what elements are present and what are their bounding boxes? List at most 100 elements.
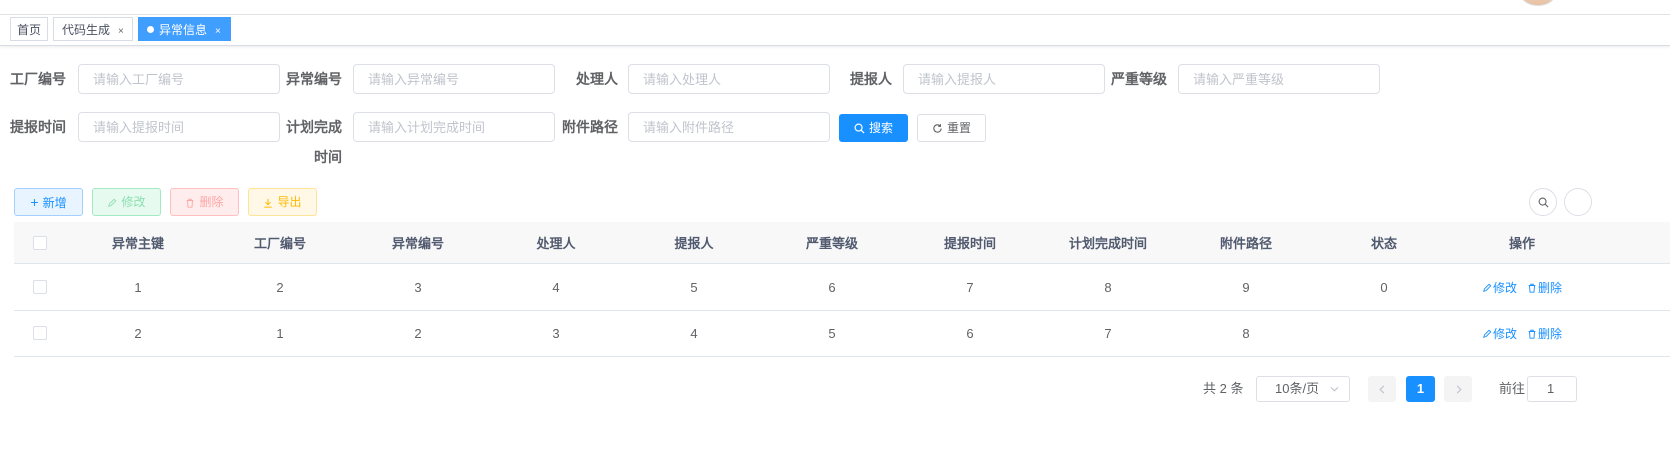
download-icon	[264, 198, 273, 208]
column-header: 操作	[1508, 236, 1535, 251]
attachment-path-input[interactable]	[628, 112, 830, 142]
toggle-search-button[interactable]	[1529, 188, 1557, 216]
table-cell: 7	[1104, 325, 1112, 341]
row-select-cell	[14, 264, 66, 310]
field-label-plan-finish-time: 计划完成 时间	[286, 117, 342, 167]
column-header[interactable]: 处理人	[488, 222, 624, 263]
table-row[interactable]: 1 2 3 4 5 6 7 8 9 0 修改 删除	[14, 264, 1670, 311]
row-edit-label: 修改	[1493, 326, 1518, 341]
column-header[interactable]: 工厂编号	[212, 222, 348, 263]
tag-code-gen[interactable]: 代码生成 ×	[53, 17, 133, 41]
edit-icon	[108, 198, 117, 207]
factory-no-input[interactable]	[78, 64, 280, 94]
table-cell: 1	[134, 279, 142, 295]
row-edit-label: 修改	[1493, 280, 1518, 295]
search-button[interactable]: 搜索	[839, 114, 908, 142]
pagination-total: 共 2 条	[1203, 381, 1244, 396]
exception-no-input[interactable]	[353, 64, 555, 94]
row-delete-label: 删除	[1538, 280, 1563, 295]
search-icon	[854, 123, 865, 134]
add-button-label: 新增	[42, 196, 67, 210]
table-cell: 7	[966, 279, 974, 295]
next-page-button[interactable]	[1444, 376, 1472, 402]
tag-home[interactable]: 首页	[10, 17, 48, 41]
table-cell: 8	[1104, 279, 1112, 295]
column-header[interactable]: 提报人	[626, 222, 762, 263]
table-row[interactable]: 2 1 2 3 4 5 6 7 8 修改 删除	[14, 310, 1670, 357]
table-cell: 2	[134, 325, 142, 341]
delete-button[interactable]: 删除	[170, 188, 239, 216]
page-size-select[interactable]: 10条/页	[1256, 376, 1350, 402]
table-cell: 2	[276, 279, 284, 295]
close-icon[interactable]: ×	[215, 26, 221, 37]
row-edit-link[interactable]: 修改	[1482, 279, 1517, 296]
active-dot-icon	[147, 26, 154, 34]
edit-button[interactable]: 修改	[92, 188, 161, 216]
export-button-label: 导出	[277, 195, 302, 209]
table-cell	[1316, 310, 1452, 356]
delete-button-label: 删除	[199, 195, 224, 209]
tag-label: 异常信息	[159, 23, 208, 37]
row-select-cell	[14, 310, 66, 356]
close-icon[interactable]: ×	[118, 26, 124, 37]
chevron-left-icon	[1379, 385, 1385, 394]
column-header[interactable]: 异常主键	[70, 222, 206, 263]
export-button[interactable]: 导出	[248, 188, 317, 216]
edit-button-label: 修改	[121, 195, 146, 209]
table-cell: 5	[690, 279, 698, 295]
handler-input[interactable]	[628, 64, 830, 94]
table-cell: 6	[828, 279, 836, 295]
edit-icon	[1482, 283, 1492, 293]
user-avatar[interactable]	[1520, 0, 1556, 6]
chevron-down-icon	[1330, 386, 1339, 392]
row-checkbox[interactable]	[33, 280, 47, 294]
table-cell: 4	[690, 325, 698, 341]
report-time-input[interactable]	[78, 112, 280, 142]
row-actions: 修改 删除	[1482, 310, 1612, 356]
column-header[interactable]: 异常编号	[350, 222, 486, 263]
column-header[interactable]: 状态	[1316, 222, 1452, 263]
tag-label: 首页	[16, 23, 41, 37]
field-label-severity: 严重等级	[1111, 71, 1167, 87]
chevron-right-icon	[1456, 385, 1462, 394]
search-button-label: 搜索	[868, 121, 893, 135]
add-button[interactable]: + 新增	[14, 188, 83, 216]
field-label-exception-no: 异常编号	[286, 71, 342, 87]
column-header[interactable]: 提报时间	[902, 222, 1038, 263]
tag-label: 代码生成	[62, 23, 111, 37]
delete-icon	[1528, 284, 1536, 293]
table-cell: 1	[276, 325, 284, 341]
row-checkbox[interactable]	[33, 326, 47, 340]
table-cell: 3	[552, 325, 560, 341]
field-label-handler: 处理人	[576, 71, 618, 87]
field-label-factory-no: 工厂编号	[10, 71, 66, 87]
prev-page-button[interactable]	[1368, 376, 1396, 402]
navbar	[0, 0, 1670, 15]
column-header[interactable]: 计划完成时间	[1040, 222, 1176, 263]
refresh-table-button[interactable]	[1564, 188, 1592, 216]
table-cell: 0	[1380, 279, 1388, 295]
column-header[interactable]: 严重等级	[764, 222, 900, 263]
reporter-input[interactable]	[903, 64, 1105, 94]
field-label-report-time: 提报时间	[10, 119, 66, 135]
severity-input[interactable]	[1178, 64, 1380, 94]
row-delete-link[interactable]: 删除	[1527, 325, 1562, 342]
goto-page-input[interactable]: 1	[1527, 376, 1577, 402]
row-delete-label: 删除	[1538, 326, 1563, 341]
reset-button[interactable]: 重置	[917, 114, 986, 142]
plus-icon: +	[30, 194, 39, 210]
plan-finish-time-input[interactable]	[353, 112, 555, 142]
select-all-checkbox[interactable]	[33, 235, 47, 250]
row-delete-link[interactable]: 删除	[1527, 279, 1562, 296]
page-number-1[interactable]: 1	[1406, 376, 1435, 402]
page-size-value: 10条/页	[1275, 381, 1320, 396]
goto-page-value: 1	[1547, 381, 1555, 396]
delete-icon	[187, 198, 194, 208]
row-edit-link[interactable]: 修改	[1482, 325, 1517, 342]
tag-exception-info[interactable]: 异常信息 ×	[138, 17, 231, 41]
current-page-label: 1	[1416, 381, 1425, 396]
tags-view: 首页 代码生成 × 异常信息 ×	[0, 15, 1670, 46]
column-header[interactable]: 附件路径	[1178, 222, 1314, 263]
table-cell: 3	[414, 279, 422, 295]
table-cell: 5	[828, 325, 836, 341]
